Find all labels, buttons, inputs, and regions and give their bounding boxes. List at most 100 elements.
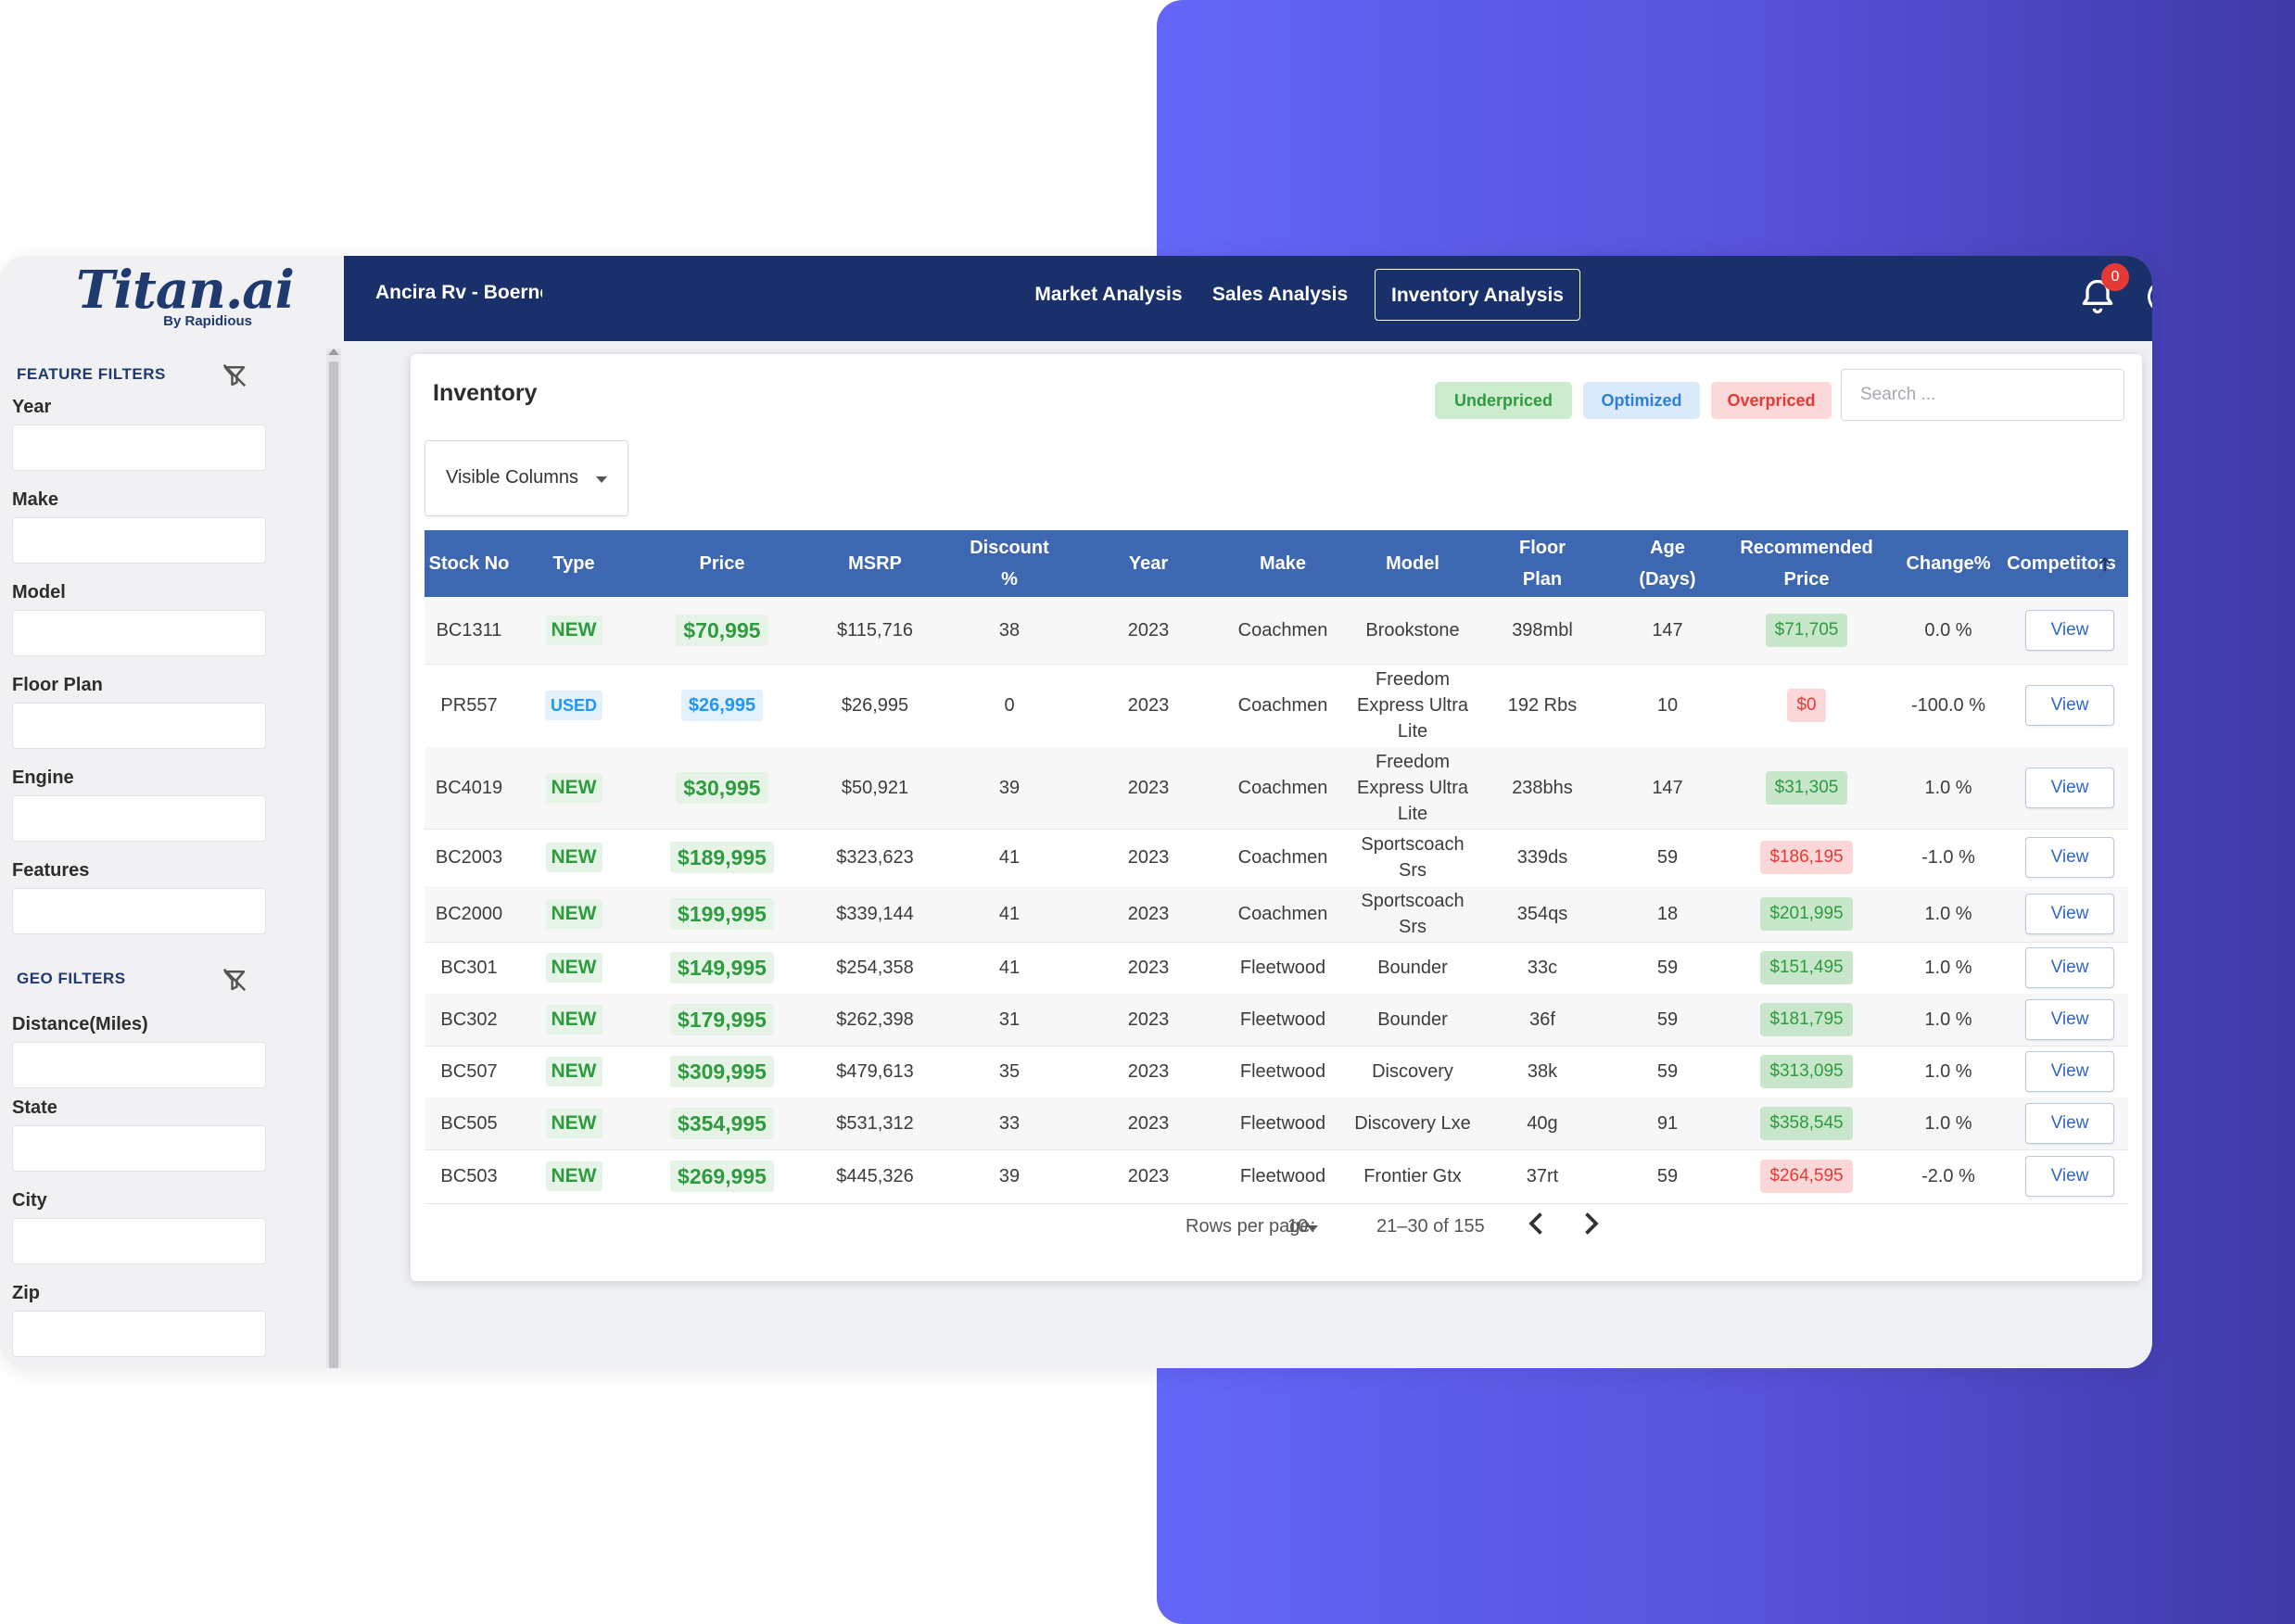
view-competitors-button[interactable]: View bbox=[2025, 685, 2114, 726]
cell-text-msrp: $254,358 bbox=[836, 958, 914, 978]
cell-text-floor-plan: 38k bbox=[1527, 1061, 1558, 1082]
cell-year: 2023 bbox=[1079, 1149, 1218, 1203]
dropdown-caret-icon bbox=[596, 476, 607, 483]
view-competitors-button[interactable]: View bbox=[2025, 768, 2114, 808]
cell-action: View bbox=[2011, 942, 2128, 994]
cell-rec-price: $186,195 bbox=[1728, 829, 1885, 886]
tab-sales-analysis[interactable]: Sales Analysis bbox=[1206, 269, 1354, 321]
cell-text-floor-plan: 238bhs bbox=[1512, 778, 1573, 798]
column-header-make[interactable]: Make bbox=[1218, 530, 1348, 597]
feature-filter-input-floor-plan[interactable] bbox=[12, 703, 266, 749]
cell-action: View bbox=[2011, 747, 2128, 829]
cell-discount: 39 bbox=[940, 1149, 1079, 1203]
feature-filter-input-model[interactable] bbox=[12, 610, 266, 656]
price-badge: $70,995 bbox=[676, 615, 768, 646]
view-competitors-button[interactable]: View bbox=[2025, 894, 2114, 934]
cell-text-discount: 35 bbox=[998, 1061, 1021, 1082]
tab-inventory-analysis[interactable]: Inventory Analysis bbox=[1375, 269, 1580, 321]
cell-floor-plan: 37rt bbox=[1477, 1149, 1607, 1203]
geo-filter-input-distance-miles[interactable] bbox=[12, 1042, 266, 1088]
cell-text-make: Fleetwood bbox=[1239, 1061, 1326, 1082]
cell-year: 2023 bbox=[1079, 664, 1218, 747]
cell-text-age: 59 bbox=[1656, 1166, 1679, 1186]
cell-msrp: $254,358 bbox=[810, 942, 940, 994]
cell-text-change: 1.0 % bbox=[1924, 958, 1972, 978]
feature-filter-label-floor-plan: Floor Plan bbox=[12, 675, 103, 695]
column-header-price[interactable]: Price bbox=[634, 530, 810, 597]
feature-filter-input-make[interactable] bbox=[12, 517, 266, 564]
cell-rec-price: $358,545 bbox=[1728, 1097, 1885, 1149]
cell-model: Sportscoach Srs bbox=[1348, 886, 1477, 942]
cell-text-discount: 39 bbox=[998, 1166, 1021, 1186]
column-header-year[interactable]: Year bbox=[1079, 530, 1218, 597]
view-competitors-button[interactable]: View bbox=[2025, 1156, 2114, 1197]
column-header-msrp[interactable]: MSRP bbox=[810, 530, 940, 597]
user-avatar-icon[interactable] bbox=[2148, 280, 2152, 313]
cell-age: 18 bbox=[1607, 886, 1728, 942]
cell-price: $179,995 bbox=[634, 994, 810, 1046]
scroll-up-arrow-icon[interactable] bbox=[328, 349, 339, 355]
feature-filter-input-year[interactable] bbox=[12, 425, 266, 471]
recommended-price-badge: $201,995 bbox=[1760, 897, 1853, 931]
cell-floor-plan: 36f bbox=[1477, 994, 1607, 1046]
view-competitors-button[interactable]: View bbox=[2025, 1051, 2114, 1092]
column-header-stock-no[interactable]: Stock No bbox=[425, 530, 514, 597]
cell-text-year: 2023 bbox=[1127, 620, 1170, 641]
cell-floor-plan: 354qs bbox=[1477, 886, 1607, 942]
feature-filter-input-features[interactable] bbox=[12, 888, 266, 934]
rows-per-page-caret-icon[interactable] bbox=[1307, 1225, 1318, 1232]
view-competitors-button[interactable]: View bbox=[2025, 999, 2114, 1040]
cell-model: Bounder bbox=[1348, 994, 1477, 1046]
geo-filter-label-distance-miles: Distance(Miles) bbox=[12, 1014, 148, 1034]
column-header-recommended-price[interactable]: Recommended Price bbox=[1728, 530, 1885, 597]
cell-text-msrp: $26,995 bbox=[841, 695, 909, 716]
clear-geo-filters-icon[interactable] bbox=[221, 966, 248, 994]
column-header-model[interactable]: Model bbox=[1348, 530, 1477, 597]
sidebar-scroll-thumb[interactable] bbox=[329, 362, 338, 1368]
sidebar-scrollbar[interactable] bbox=[326, 349, 341, 1368]
cell-text-age: 59 bbox=[1656, 1061, 1679, 1082]
cell-price: $189,995 bbox=[634, 829, 810, 886]
column-header-change[interactable]: Change% bbox=[1885, 530, 2011, 597]
visible-columns-dropdown[interactable]: Visible Columns bbox=[425, 440, 628, 516]
view-competitors-button[interactable]: View bbox=[2025, 837, 2114, 878]
cell-text-msrp: $531,312 bbox=[836, 1113, 914, 1134]
clear-feature-filters-icon[interactable] bbox=[221, 362, 248, 389]
cell-model: Bounder bbox=[1348, 942, 1477, 994]
pagination-range: 21–30 of 155 bbox=[1376, 1216, 1485, 1237]
cell-floor-plan: 33c bbox=[1477, 942, 1607, 994]
column-header-floor-plan[interactable]: Floor Plan bbox=[1477, 530, 1607, 597]
cell-year: 2023 bbox=[1079, 747, 1218, 829]
feature-filter-input-engine[interactable] bbox=[12, 795, 266, 842]
column-header-discount[interactable]: Discount % bbox=[940, 530, 1079, 597]
cell-change: 1.0 % bbox=[1885, 886, 2011, 942]
cell-msrp: $479,613 bbox=[810, 1046, 940, 1097]
view-competitors-button[interactable]: View bbox=[2025, 610, 2114, 651]
rows-per-page-select[interactable]: 10 bbox=[1287, 1216, 1308, 1237]
cell-msrp: $339,144 bbox=[810, 886, 940, 942]
previous-page-icon[interactable] bbox=[1520, 1207, 1553, 1240]
tab-market-analysis[interactable]: Market Analysis bbox=[1030, 269, 1187, 321]
geo-filter-label-city: City bbox=[12, 1190, 47, 1211]
brand-logo[interactable]: Titan.ai By Rapidious bbox=[76, 260, 295, 336]
cell-change: 1.0 % bbox=[1885, 1046, 2011, 1097]
cell-msrp: $26,995 bbox=[810, 664, 940, 747]
cell-stock: BC505 bbox=[425, 1097, 514, 1149]
geo-filters-heading: GEO FILTERS bbox=[17, 970, 126, 987]
cell-text-floor-plan: 339ds bbox=[1516, 847, 1568, 868]
column-header-type[interactable]: Type bbox=[514, 530, 634, 597]
column-header-age-days[interactable]: Age (Days) bbox=[1607, 530, 1728, 597]
inventory-card: Inventory Underpriced Optimized Overpric… bbox=[411, 354, 2142, 1281]
geo-filter-input-state[interactable] bbox=[12, 1125, 266, 1172]
geo-filter-input-city[interactable] bbox=[12, 1218, 266, 1264]
view-competitors-button[interactable]: View bbox=[2025, 947, 2114, 988]
type-badge: USED bbox=[544, 691, 602, 720]
cell-text-make: Fleetwood bbox=[1239, 1009, 1326, 1030]
dealer-name[interactable]: Ancira Rv - Boerne bbox=[375, 282, 542, 304]
search-input[interactable] bbox=[1841, 369, 2124, 421]
next-page-icon[interactable] bbox=[1574, 1207, 1607, 1240]
geo-filter-input-zip[interactable] bbox=[12, 1311, 266, 1357]
cell-text-year: 2023 bbox=[1127, 1166, 1170, 1186]
view-competitors-button[interactable]: View bbox=[2025, 1103, 2114, 1144]
sort-ascending-icon[interactable] bbox=[2095, 552, 2115, 577]
